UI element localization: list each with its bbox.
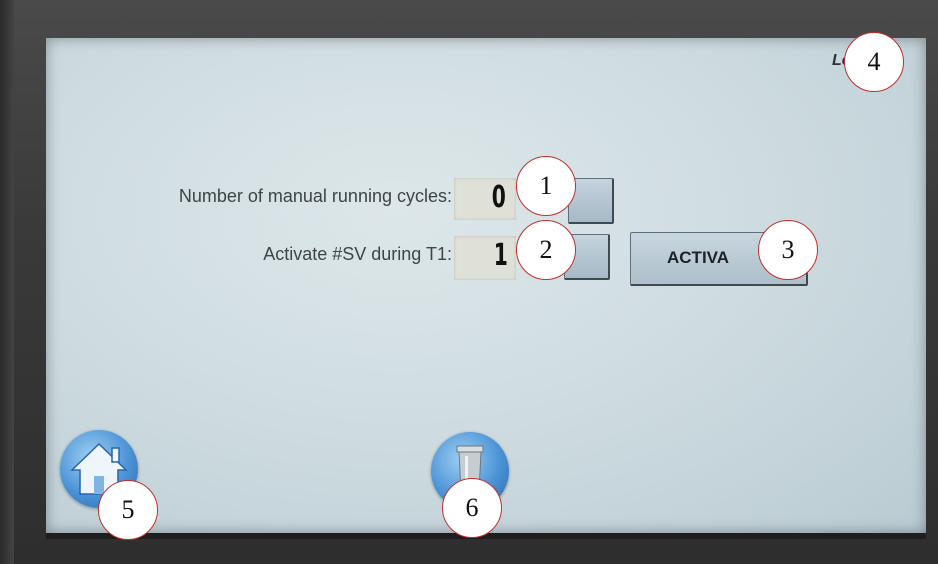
touch-screen: Le Number of manual running cycles: 0 Ac… [46,38,926,533]
manual-cycles-label: Number of manual running cycles: [178,186,452,206]
device-frame: Le Number of manual running cycles: 0 Ac… [0,0,938,564]
callout-marker-5: 5 [98,480,158,540]
callout-marker-6: 6 [442,478,502,538]
bezel-left [0,0,14,564]
manual-cycles-value-box [454,178,516,220]
callout-marker-4: 4 [844,32,904,92]
activate-sv-label: Activate #SV during T1: [263,244,452,264]
manual-cycles-value: 0 [491,180,506,215]
callout-marker-1: 1 [516,156,576,216]
callout-marker-3: 3 [758,220,818,280]
activate-sv-value: 1 [493,238,508,273]
callout-marker-2: 2 [516,220,576,280]
